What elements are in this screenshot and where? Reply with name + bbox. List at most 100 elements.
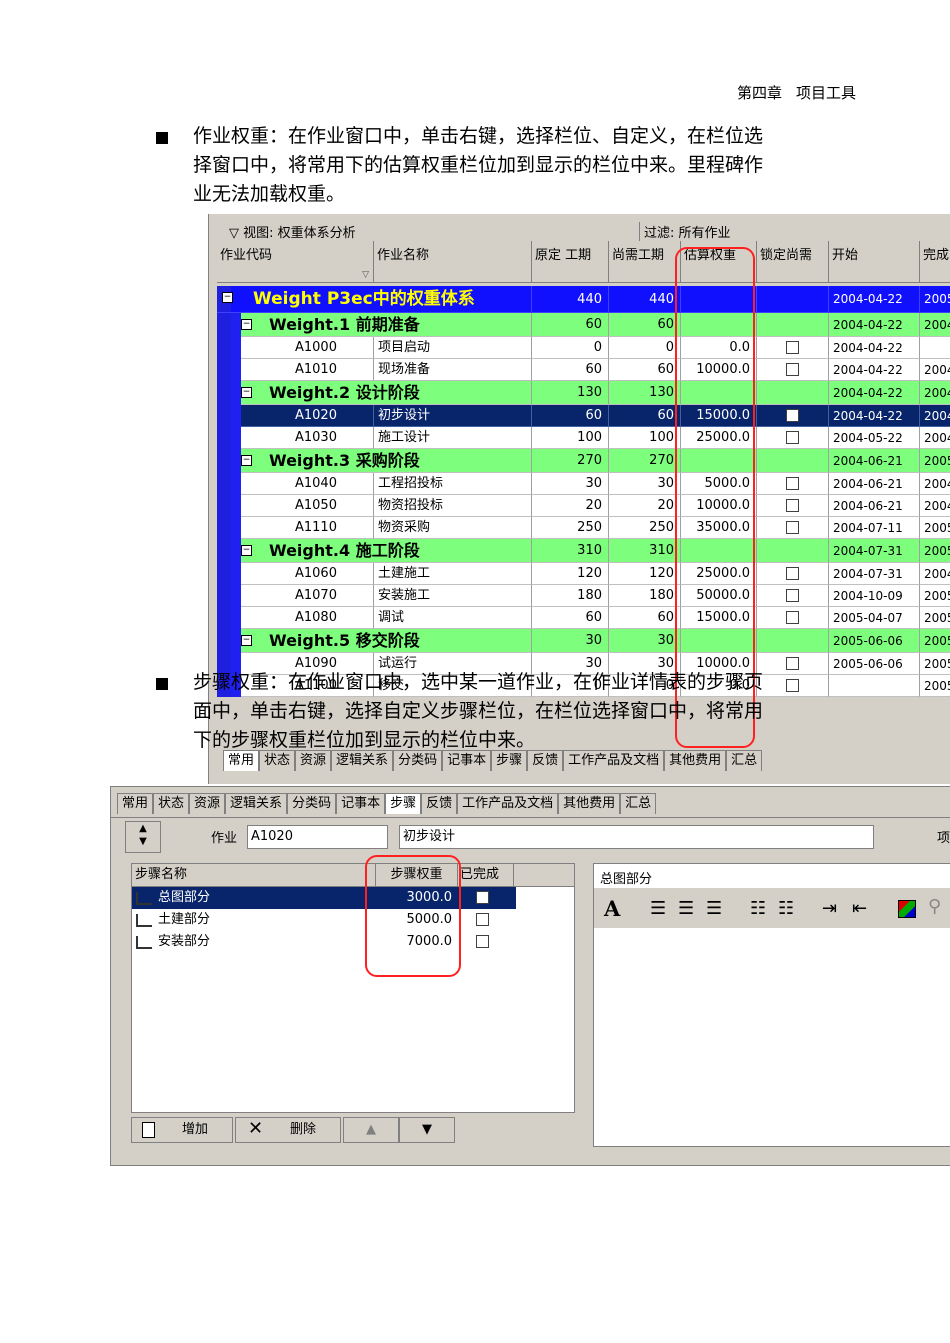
activity-name-field[interactable]: 初步设计	[399, 825, 874, 849]
tab-10[interactable]: 汇总	[620, 793, 657, 814]
align-right-icon[interactable]: ☰	[706, 898, 722, 919]
tab-4[interactable]: 分类码	[287, 793, 337, 814]
collapse-icon[interactable]: −	[241, 635, 252, 646]
remaining-duration: 0	[609, 337, 681, 359]
start-date: 2004-04-22	[829, 359, 920, 381]
original-duration: 270	[532, 449, 609, 473]
lock-checkbox[interactable]	[786, 657, 799, 670]
wbs-row[interactable]: Weight.2 设计阶段− 130130 2004-04-222004-	[217, 381, 950, 405]
collapse-icon[interactable]: −	[222, 292, 233, 303]
start-date: 2004-07-31	[829, 563, 920, 585]
wbs-row[interactable]: Weight.4 施工阶段− 310310 2004-07-312005-	[217, 539, 950, 563]
col-activity-code[interactable]: 作业代码 ▽	[217, 241, 374, 283]
start-date: 2004-06-21	[829, 495, 920, 517]
activity-code-field[interactable]: A1020	[247, 825, 388, 849]
wbs-row[interactable]: Weight.3 采购阶段− 270270 2004-06-212005-	[217, 449, 950, 473]
activity-row[interactable]: A1070安装施工18018050000.02004-10-092005-	[217, 585, 950, 607]
col-finish[interactable]: 完成	[920, 241, 950, 283]
collapse-icon[interactable]: −	[241, 319, 252, 330]
indent-icon[interactable]: ⇥	[822, 898, 837, 919]
activity-name: 项目启动	[374, 337, 532, 359]
view-selector[interactable]: ▽ 视图: 权重体系分析	[229, 222, 356, 241]
tab-3[interactable]: 逻辑关系	[225, 793, 288, 814]
outdent-icon[interactable]: ⇤	[852, 898, 867, 919]
activity-row[interactable]: A1030施工设计10010025000.02004-05-222004-	[217, 427, 950, 449]
tab-9[interactable]: 其他费用	[558, 793, 621, 814]
col-step-name[interactable]: 步骤名称	[132, 864, 376, 886]
activity-code: A1000	[241, 337, 374, 359]
highlight-step-weight	[365, 855, 461, 977]
step-complete-checkbox[interactable]	[476, 935, 489, 948]
wbs-row[interactable]: Weight.1 前期准备− 6060 2004-04-222004-	[217, 313, 950, 337]
col-start[interactable]: 开始	[829, 241, 920, 283]
lock-checkbox[interactable]	[786, 611, 799, 624]
col-activity-name[interactable]: 作业名称	[374, 241, 532, 283]
tab-8[interactable]: 工作产品及文档	[457, 793, 559, 814]
original-duration: 100	[532, 427, 609, 449]
activity-row[interactable]: A1000 项目启动 0 0 0.0 2004-04-22	[217, 337, 950, 359]
activity-row[interactable]: A1110物资采购25025035000.02004-07-112005-	[217, 517, 950, 539]
lock-checkbox[interactable]	[786, 589, 799, 602]
step-complete-checkbox[interactable]	[476, 913, 489, 926]
activity-name: 初步设计	[374, 405, 532, 427]
tab-5[interactable]: 记事本	[336, 793, 386, 814]
original-duration: 30	[532, 629, 609, 653]
activity-code: A1030	[241, 427, 374, 449]
lock-checkbox[interactable]	[786, 567, 799, 580]
align-left-icon[interactable]: ☰	[650, 898, 666, 919]
tab-2[interactable]: 资源	[189, 793, 226, 814]
numbered-list-icon[interactable]: ☷	[778, 898, 794, 919]
insert-picture-icon[interactable]	[898, 900, 916, 918]
lock-checkbox[interactable]	[786, 521, 799, 534]
collapse-icon[interactable]: −	[241, 387, 252, 398]
lock-checkbox[interactable]	[786, 409, 799, 422]
lock-checkbox[interactable]	[786, 431, 799, 444]
font-icon[interactable]: A	[604, 896, 620, 921]
cut-label: 项	[937, 831, 950, 846]
align-center-icon[interactable]: ☰	[678, 898, 694, 919]
activity-nav-spinner[interactable]: ▲ ▼	[125, 821, 161, 853]
tab-0[interactable]: 常用	[117, 793, 154, 814]
activity-row[interactable]: A1010现场准备606010000.02004-04-222004-	[217, 359, 950, 381]
tab-7[interactable]: 反馈	[421, 793, 458, 814]
lock-cell	[757, 359, 829, 381]
move-up-button[interactable]: ▲	[343, 1117, 399, 1143]
activity-row[interactable]: A1080调试606015000.02005-04-072005-	[217, 607, 950, 629]
chapter-title: 项目工具	[795, 84, 856, 102]
activity-row[interactable]: A1020初步设计606015000.02004-04-222004-	[217, 405, 950, 427]
bullet-list-icon[interactable]: ☷	[750, 898, 766, 919]
collapse-icon[interactable]: −	[241, 545, 252, 556]
lock-checkbox[interactable]	[786, 477, 799, 490]
activity-row[interactable]: A1050物资招投标202010000.02004-06-212004-	[217, 495, 950, 517]
group-name: Weight.5 移交阶段	[241, 629, 532, 653]
add-button[interactable]: 增加	[131, 1117, 233, 1143]
filter-label[interactable]: 过滤: 所有作业	[639, 222, 731, 241]
col-step-complete[interactable]: 已完成	[458, 864, 514, 886]
start-date	[829, 675, 920, 697]
lock-checkbox[interactable]	[786, 679, 799, 692]
lock-checkbox[interactable]	[786, 499, 799, 512]
step-complete-checkbox[interactable]	[476, 891, 489, 904]
tab-1[interactable]: 状态	[153, 793, 190, 814]
original-duration: 60	[532, 607, 609, 629]
activity-row[interactable]: A1060土建施工12012025000.02004-07-312004-	[217, 563, 950, 585]
activity-code: A1060	[241, 563, 374, 585]
wbs-row[interactable]: Weight.5 移交阶段− 3030 2005-06-062005-	[217, 629, 950, 653]
col-remaining-duration[interactable]: 尚需工期	[609, 241, 681, 283]
delete-button[interactable]: ✕ 删除	[235, 1117, 341, 1143]
activity-row[interactable]: A1040工程招投标30305000.02004-06-212004-	[217, 473, 950, 495]
lock-checkbox[interactable]	[786, 363, 799, 376]
col-original-duration[interactable]: 原定 工期	[532, 241, 609, 283]
tab-6[interactable]: 步骤	[385, 793, 422, 814]
page-header: 第四章 项目工具	[723, 82, 856, 103]
link-icon[interactable]: ⚲	[928, 896, 941, 917]
move-down-button[interactable]: ▼	[399, 1117, 455, 1143]
lock-checkbox[interactable]	[786, 341, 799, 354]
remaining-duration: 60	[609, 359, 681, 381]
column-headers: 作业代码 ▽ 作业名称 原定 工期 尚需工期 估算权重 锁定尚需 开始 完成	[217, 241, 950, 283]
group-name: Weight.1 前期准备	[241, 313, 532, 337]
finish-date: 2005-	[920, 675, 950, 697]
col-lock-remaining[interactable]: 锁定尚需	[757, 241, 829, 283]
project-row[interactable]: Weight P3ec中的权重体系− 440440 2004-04-222005-	[217, 286, 950, 313]
collapse-icon[interactable]: −	[241, 455, 252, 466]
